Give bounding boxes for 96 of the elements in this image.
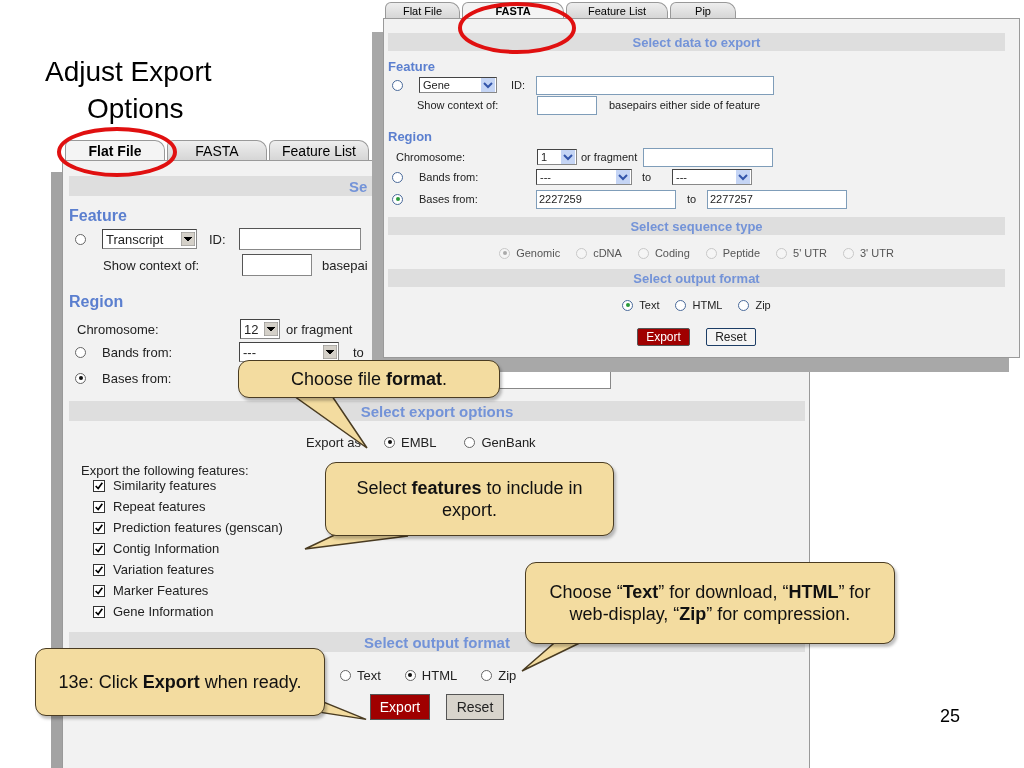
radio-label: Zip <box>755 299 771 311</box>
text-field[interactable] <box>537 95 597 115</box>
radio-label: Zip <box>498 667 517 683</box>
dropdown[interactable]: Transcript <box>102 229 197 249</box>
field-label: Show context of: <box>417 99 500 111</box>
radio-button[interactable] <box>340 669 351 681</box>
page-number: 25 <box>940 706 961 727</box>
checkbox-label: Variation features <box>113 562 214 577</box>
radio-button[interactable] <box>392 193 403 205</box>
radio-label: Text <box>639 299 660 311</box>
field-label: to <box>353 344 364 360</box>
reset-button[interactable]: Reset <box>446 694 504 720</box>
field-label: Bases from: <box>102 370 173 386</box>
export-button[interactable]: Export <box>637 328 690 346</box>
section-heading: Region <box>69 292 124 312</box>
text-field[interactable] <box>242 254 312 276</box>
dropdown[interactable]: Gene <box>419 77 497 93</box>
checkbox-label: Repeat features <box>113 499 206 514</box>
radio-label: Coding <box>654 247 690 259</box>
tab[interactable]: Feature List <box>269 140 369 160</box>
field-label: basepairs either side of feature <box>609 99 761 111</box>
text-field[interactable]: 2227259 <box>536 189 676 209</box>
tab[interactable]: Flat File <box>385 2 460 18</box>
field-label: Show context of: <box>103 257 201 273</box>
field-label: Bases from: <box>419 193 479 205</box>
dropdown[interactable]: --- <box>239 342 339 362</box>
radio-label: HTML <box>421 667 458 683</box>
checkbox[interactable] <box>93 479 105 492</box>
dropdown-arrow-icon <box>181 232 195 246</box>
section-heading: Feature <box>69 206 127 226</box>
radio-button[interactable] <box>404 669 416 681</box>
section-heading: Feature <box>388 59 435 75</box>
text-field[interactable] <box>536 75 774 95</box>
radio-button[interactable] <box>481 669 493 681</box>
text-field[interactable] <box>643 147 773 167</box>
dropdown[interactable]: --- <box>536 169 632 185</box>
radio-label: Genomic <box>516 247 561 259</box>
checkbox-label: Marker Features <box>113 583 209 598</box>
field-label: to <box>687 193 698 205</box>
field-label: basepai <box>322 257 368 273</box>
callout: 13e: Click Export when ready. <box>35 648 325 716</box>
checkbox-label: Prediction features (genscan) <box>113 520 283 535</box>
section-header: Select output format <box>388 269 1005 287</box>
field-label: Chromosome: <box>396 151 467 163</box>
checkbox[interactable] <box>93 605 105 618</box>
radio-button[interactable] <box>622 299 634 311</box>
radio-label: Peptide <box>722 247 761 259</box>
tab[interactable]: Feature List <box>566 2 668 18</box>
field-label: ID: <box>209 231 227 247</box>
radio-button[interactable] <box>464 436 476 448</box>
checkbox[interactable] <box>93 563 105 576</box>
checkbox-label: Gene Information <box>113 604 214 619</box>
section-heading: Region <box>388 129 433 145</box>
field-label: or fragment <box>581 151 639 163</box>
checkbox[interactable] <box>93 584 105 597</box>
section-header: Select data to export <box>388 33 1005 51</box>
dropdown-arrow-icon <box>323 345 337 359</box>
section-header: Select export options <box>69 401 805 421</box>
field-label: Chromosome: <box>77 321 160 337</box>
text-field[interactable] <box>239 228 361 250</box>
radio-button[interactable] <box>392 79 403 91</box>
radio-button[interactable] <box>75 372 86 384</box>
section-header: Select sequence type <box>388 217 1005 235</box>
checkbox-label: Similarity features <box>113 478 217 493</box>
radio-label: EMBL <box>401 434 437 450</box>
field-label: ID: <box>511 79 527 91</box>
checkbox[interactable] <box>93 542 105 555</box>
radio-button[interactable] <box>384 436 395 448</box>
dropdown-arrow-icon <box>264 322 278 336</box>
radio-label: GenBank <box>481 434 536 450</box>
reset-button[interactable]: Reset <box>705 328 756 346</box>
checkbox[interactable] <box>93 521 105 534</box>
dropdown[interactable]: --- <box>672 169 752 185</box>
tab[interactable]: FASTA <box>167 140 267 160</box>
radio-button[interactable] <box>75 346 86 358</box>
slide-title: Adjust Export Options <box>45 55 213 126</box>
field-label: Bands from: <box>102 344 174 360</box>
list-caption: Export the following features: <box>81 462 249 478</box>
text-field[interactable]: 2277257 <box>707 189 847 209</box>
radio-label: 5' UTR <box>793 247 827 259</box>
radio-button[interactable] <box>675 299 687 311</box>
radio-button[interactable] <box>75 233 86 245</box>
tab[interactable]: Pip <box>670 2 736 18</box>
checkbox[interactable] <box>93 500 105 513</box>
radio-label: cDNA <box>593 247 622 259</box>
field-label: or fragment <box>286 321 353 337</box>
radio-label: HTML <box>692 299 723 311</box>
tab[interactable]: Flat File <box>65 140 165 160</box>
radio-button[interactable] <box>738 299 750 311</box>
radio-label: Text <box>357 667 381 683</box>
radio-button[interactable] <box>392 171 403 183</box>
export-button[interactable]: Export <box>370 694 430 720</box>
dropdown[interactable]: 12 <box>240 319 280 339</box>
checkbox-label: Contig Information <box>113 541 220 556</box>
radio-label: 3' UTR <box>859 247 894 259</box>
dropdown[interactable]: 1 <box>537 149 577 165</box>
